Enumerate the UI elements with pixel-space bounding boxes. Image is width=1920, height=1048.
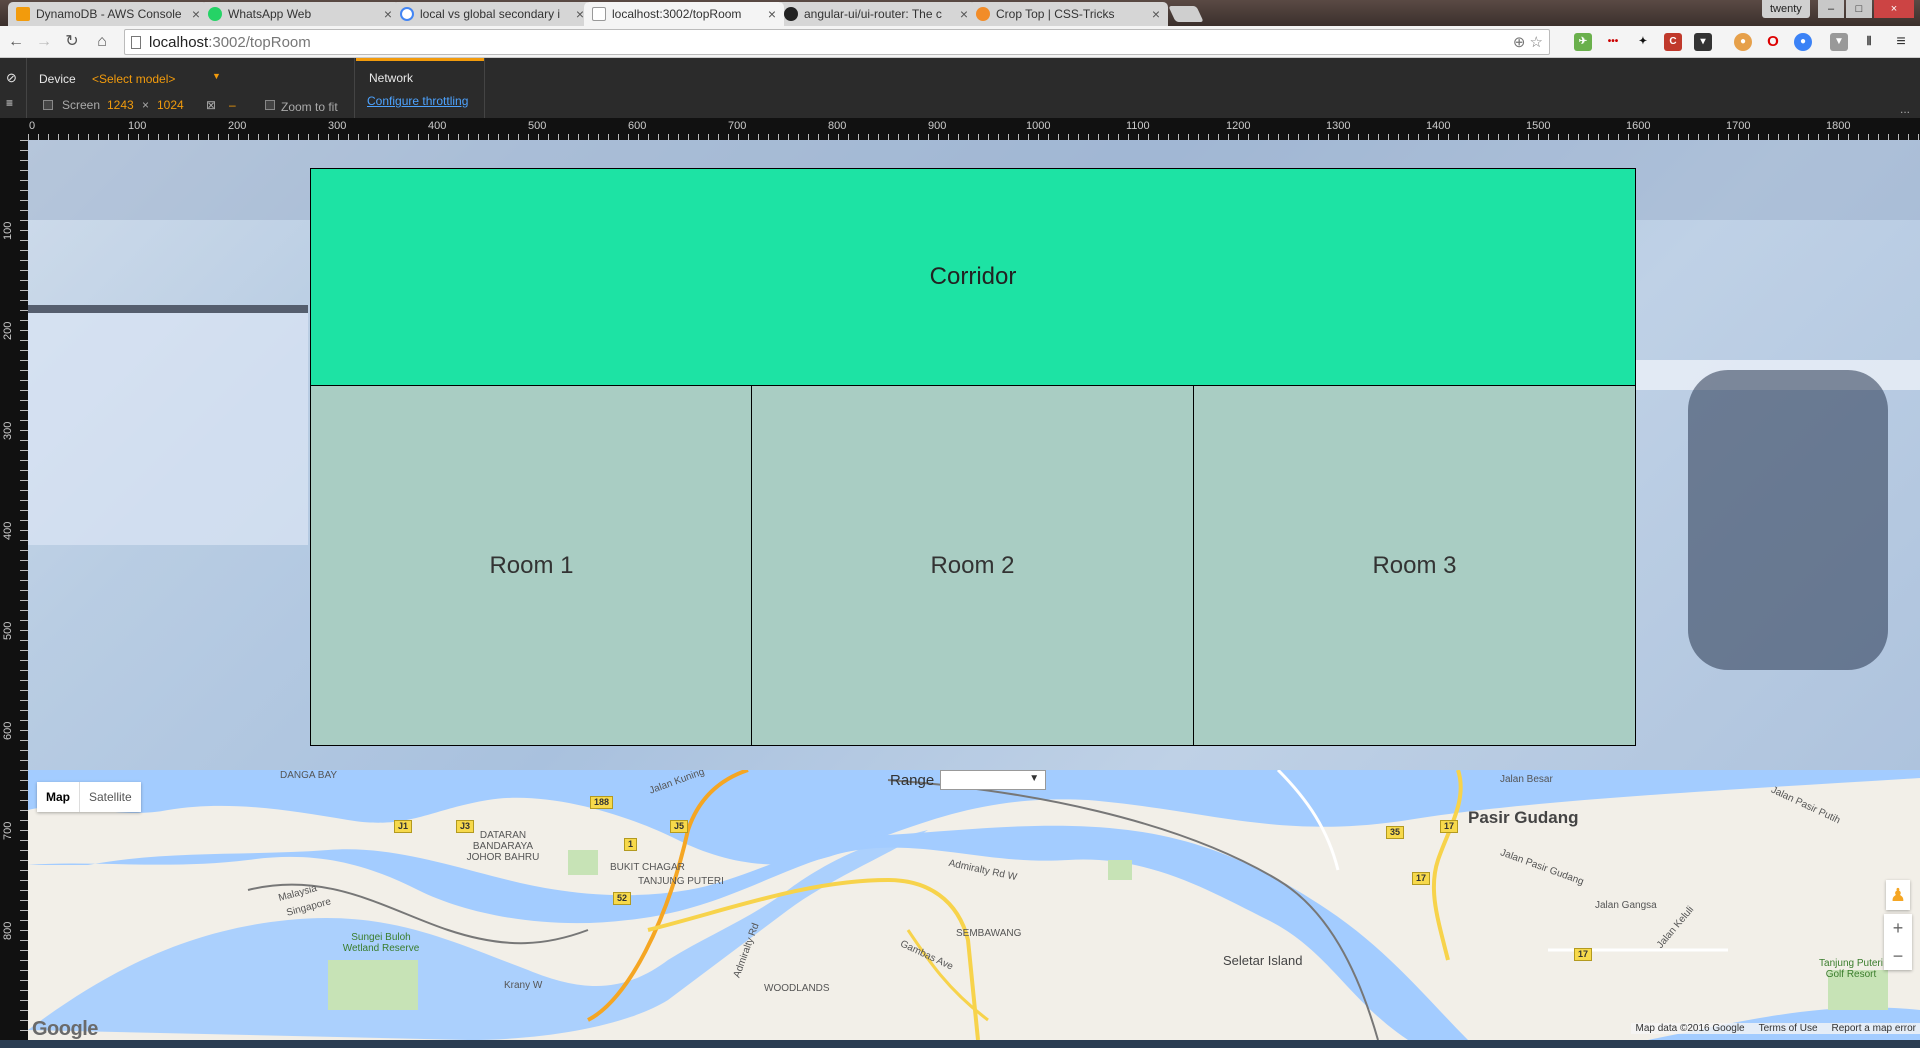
map-attribution: Map data ©2016 Google Terms of Use Repor… [1631, 1023, 1920, 1034]
range-control: Range ▼ [890, 770, 1047, 790]
maximize-icon[interactable]: □ [1846, 0, 1872, 18]
left-ruler: 100 200 300 400 500 600 700 800 [0, 140, 28, 1048]
floor-plan: Corridor Room 1 Room 2 Room 3 [310, 168, 1636, 746]
github-icon [784, 7, 798, 21]
map-type-map-button[interactable]: Map [37, 782, 79, 812]
swap-dimensions-icon[interactable]: ⊠ [206, 98, 216, 112]
extension-icon[interactable]: ✈ [1574, 33, 1592, 51]
address-bar[interactable]: localhost:3002/topRoom ⊕ ☆ [124, 29, 1550, 55]
close-icon[interactable]: × [768, 6, 776, 22]
no-entry-icon[interactable]: ⊘ [6, 70, 17, 86]
list-icon[interactable]: ≡ [6, 96, 13, 110]
tab-localhost[interactable]: localhost:3002/topRoom × [584, 2, 784, 26]
browser-toolbar: ← → ↻ ⌂ localhost:3002/topRoom ⊕ ☆ ✈ •••… [0, 26, 1920, 58]
google-icon [400, 7, 414, 21]
room-1[interactable]: Room 1 [310, 385, 753, 746]
reload-icon[interactable]: ↻ [62, 32, 82, 52]
window-close-icon[interactable]: × [1874, 0, 1914, 18]
extension-bird-icon[interactable]: ✦ [1634, 33, 1652, 51]
more-options-icon[interactable]: ... [1900, 102, 1910, 116]
menu-icon[interactable]: ≡ [1892, 33, 1910, 51]
minimize-icon[interactable]: – [1818, 0, 1844, 18]
forward-icon[interactable]: → [34, 32, 54, 52]
chevron-down-icon: ▼ [1029, 773, 1040, 784]
tab-dynamodb[interactable]: DynamoDB - AWS Console × [8, 2, 208, 26]
tab-google-search[interactable]: local vs global secondary i × [392, 2, 592, 26]
opera-icon[interactable]: O [1764, 33, 1782, 51]
configure-throttling-link[interactable]: Configure throttling [367, 94, 468, 108]
tab-strip: DynamoDB - AWS Console × WhatsApp Web × … [0, 0, 1920, 26]
bookmark-star-icon[interactable]: ⊕ ☆ [1513, 33, 1543, 51]
cors-extension-icon[interactable]: C [1664, 33, 1682, 51]
devtools-device-bar: ⊘ ≡ Device <Select model> ▼ Screen 1243 … [0, 58, 1920, 118]
back-icon[interactable]: ← [6, 32, 26, 52]
range-select[interactable]: ▼ [940, 770, 1047, 790]
close-icon[interactable]: × [1152, 6, 1160, 22]
whatsapp-icon [208, 7, 222, 21]
sliders-extension-icon[interactable]: ⫼ [1860, 33, 1878, 51]
google-map[interactable]: Map Satellite Range ▼ DANGA BAY Jalan Ku… [28, 770, 1920, 1040]
map-type-satellite-button[interactable]: Satellite [79, 782, 141, 812]
screen-height-input[interactable]: 1024 [157, 98, 184, 112]
page-icon [131, 35, 141, 49]
extension-dots-icon[interactable]: ••• [1604, 33, 1622, 51]
home-icon[interactable]: ⌂ [92, 32, 112, 52]
terms-of-use-link[interactable]: Terms of Use [1759, 1023, 1818, 1034]
close-icon[interactable]: × [576, 6, 584, 22]
page-icon [592, 7, 606, 21]
screen-width-input[interactable]: 1243 [107, 98, 134, 112]
room-2[interactable]: Room 2 [751, 385, 1194, 746]
device-model-select[interactable]: <Select model> [92, 72, 175, 86]
corridor-area[interactable]: Corridor [310, 168, 1636, 386]
google-logo: Google [32, 1018, 98, 1040]
close-icon[interactable]: × [960, 6, 968, 22]
cookie-icon[interactable]: ● [1734, 33, 1752, 51]
pocket-icon[interactable]: ▾ [1694, 33, 1712, 51]
zoom-in-button[interactable]: + [1884, 914, 1912, 942]
zoom-to-fit-checkbox[interactable] [265, 100, 275, 110]
top-ruler: 0 100 200 300 400 500 600 700 800 900 10… [0, 118, 1920, 140]
range-label: Range [890, 771, 935, 789]
tab-whatsapp[interactable]: WhatsApp Web × [200, 2, 400, 26]
new-tab-button[interactable] [1168, 6, 1204, 22]
tab-csstricks[interactable]: Crop Top | CSS-Tricks × [968, 2, 1168, 26]
window-controls: – □ × [1816, 0, 1914, 18]
zoom-out-button[interactable]: − [1884, 942, 1912, 970]
chevron-down-icon[interactable]: ▼ [212, 71, 221, 81]
screen-checkbox[interactable] [43, 100, 53, 110]
page-viewport: Corridor Room 1 Room 2 Room 3 Map Satell… [28, 140, 1920, 1040]
office-background-image: Corridor Room 1 Room 2 Room 3 [28, 140, 1920, 770]
network-panel-label: Network [369, 71, 414, 85]
map-type-control: Map Satellite [37, 782, 141, 812]
room-3[interactable]: Room 3 [1193, 385, 1636, 746]
aws-icon [16, 7, 30, 21]
windows-taskbar [0, 1040, 1920, 1048]
csstricks-icon [976, 7, 990, 21]
report-map-error-link[interactable]: Report a map error [1832, 1023, 1916, 1034]
close-icon[interactable]: × [384, 6, 392, 22]
zoom-control: + − [1884, 914, 1912, 970]
shield-extension-icon[interactable]: ▼ [1830, 33, 1848, 51]
street-view-pegman-icon[interactable]: ♟ [1886, 880, 1910, 910]
tab-github[interactable]: angular-ui/ui-router: The c × [776, 2, 976, 26]
close-icon[interactable]: × [192, 6, 200, 22]
profile-button[interactable]: twenty [1762, 0, 1810, 18]
colorful-extension-icon[interactable]: ● [1794, 33, 1812, 51]
